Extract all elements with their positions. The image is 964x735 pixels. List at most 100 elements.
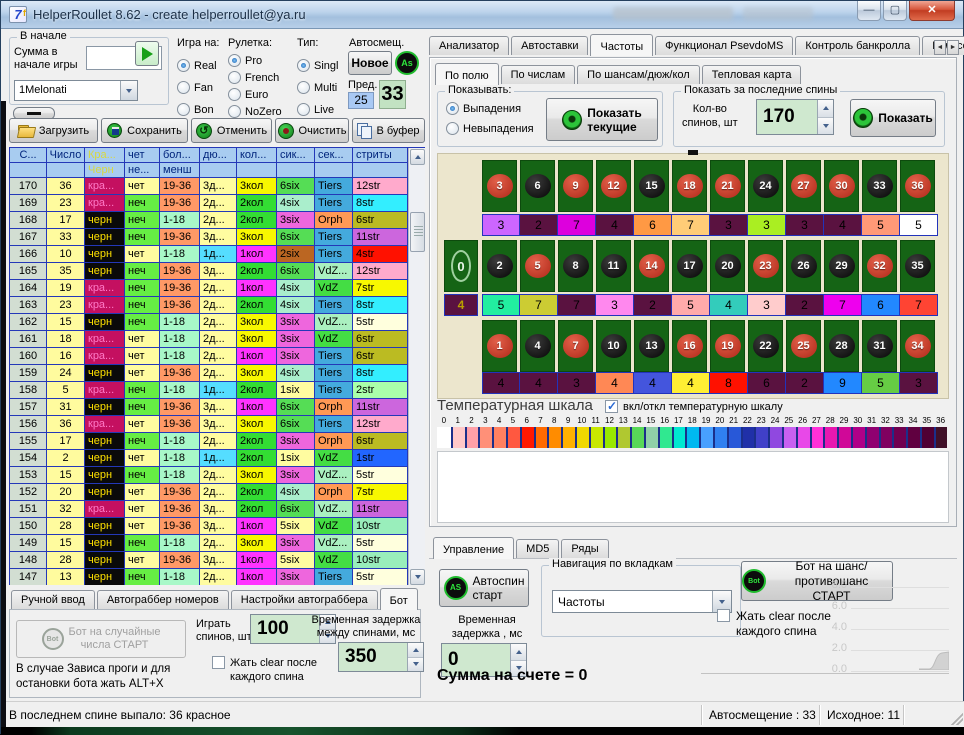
table-scrollbar[interactable] bbox=[408, 148, 425, 585]
table-row[interactable]: 16323кра...неч19-362д...2кол4sixTiers8st… bbox=[10, 297, 425, 314]
field-number-27[interactable]: 27 bbox=[786, 160, 821, 212]
field-number-23[interactable]: 23 bbox=[748, 240, 783, 292]
spin-down-icon[interactable] bbox=[818, 118, 833, 135]
tab-rows[interactable]: Ряды bbox=[561, 539, 608, 558]
radio-singl[interactable]: Singl bbox=[297, 59, 338, 72]
field-number-33[interactable]: 33 bbox=[862, 160, 897, 212]
table-row[interactable]: 1585кра...неч1-181д...2кол1sixTiers2str bbox=[10, 382, 425, 399]
field-number-11[interactable]: 11 bbox=[596, 240, 631, 292]
radio-live[interactable]: Live bbox=[297, 103, 338, 116]
table-row[interactable]: 1542чернчет1-181д...2кол1sixVdZ1str bbox=[10, 450, 425, 467]
field-number-6[interactable]: 6 bbox=[520, 160, 555, 212]
field-number-30[interactable]: 30 bbox=[824, 160, 859, 212]
field-number-1[interactable]: 1 bbox=[482, 320, 517, 372]
subtab-by-field[interactable]: По полю bbox=[435, 63, 499, 85]
table-row[interactable]: 14713черннеч1-182д...1кол3sixTiers5str bbox=[10, 569, 425, 585]
table-row[interactable]: 15220чернчет19-362д...2кол4sixOrph7str bbox=[10, 484, 425, 501]
table-row[interactable]: 14915черннеч1-182д...3кол3sixVdZ...5str bbox=[10, 535, 425, 552]
table-row[interactable]: 16733черннеч19-363д...3кол6sixTiers11str bbox=[10, 229, 425, 246]
table-row[interactable]: 15132кра...чет19-363д...2кол6sixVdZ...11… bbox=[10, 501, 425, 518]
field-number-36[interactable]: 36 bbox=[900, 160, 935, 212]
field-number-29[interactable]: 29 bbox=[824, 240, 859, 292]
field-number-13[interactable]: 13 bbox=[634, 320, 669, 372]
field-number-20[interactable]: 20 bbox=[710, 240, 745, 292]
table-row[interactable]: 14828чернчет19-363д...1кол5sixVdZ10str bbox=[10, 552, 425, 569]
field-number-31[interactable]: 31 bbox=[862, 320, 897, 372]
show-current-button[interactable]: Показатьтекущие bbox=[546, 98, 658, 141]
field-number-35[interactable]: 35 bbox=[900, 240, 935, 292]
table-row[interactable]: 15731черннеч19-363д...1кол6sixOrph11str bbox=[10, 399, 425, 416]
field-number-28[interactable]: 28 bbox=[824, 320, 859, 372]
tab-bot[interactable]: Бот bbox=[380, 588, 418, 610]
field-number-5[interactable]: 5 bbox=[520, 240, 555, 292]
radio-nozero[interactable]: NoZero bbox=[228, 105, 282, 118]
clear-button[interactable]: Очистить bbox=[275, 118, 349, 143]
radio-pro[interactable]: Pro bbox=[228, 54, 282, 67]
table-row[interactable]: 17036кра...чет19-363д...3кол6sixTiers12s… bbox=[10, 178, 425, 195]
field-number-25[interactable]: 25 bbox=[786, 320, 821, 372]
field-number-12[interactable]: 12 bbox=[596, 160, 631, 212]
last-spins-stepper[interactable]: 170 bbox=[756, 99, 834, 135]
table-row[interactable]: 15636кра...чет19-363д...3кол6sixTiers12s… bbox=[10, 416, 425, 433]
field-number-17[interactable]: 17 bbox=[672, 240, 707, 292]
preset-combobox[interactable]: 1Melonati bbox=[14, 80, 138, 101]
table-row[interactable]: 16535черннеч19-363д...2кол6sixVdZ...12st… bbox=[10, 263, 425, 280]
field-number-21[interactable]: 21 bbox=[710, 160, 745, 212]
tab-autobets[interactable]: Автоставки bbox=[511, 36, 588, 55]
radio-real[interactable]: Real bbox=[177, 59, 219, 72]
field-number-10[interactable]: 10 bbox=[596, 320, 631, 372]
undo-button[interactable]: ↺Отменить bbox=[191, 118, 272, 143]
spin-delay-stepper[interactable]: 350 bbox=[338, 642, 424, 672]
scroll-down-icon[interactable] bbox=[410, 569, 425, 585]
field-number-22[interactable]: 22 bbox=[748, 320, 783, 372]
field-number-15[interactable]: 15 bbox=[634, 160, 669, 212]
chevron-down-icon[interactable] bbox=[120, 81, 137, 100]
tab-md5[interactable]: MD5 bbox=[516, 539, 559, 558]
field-number-3[interactable]: 3 bbox=[482, 160, 517, 212]
table-row[interactable]: 16610чернчет1-181д...1кол2sixTiers4str bbox=[10, 246, 425, 263]
field-number-32[interactable]: 32 bbox=[862, 240, 897, 292]
play-button[interactable] bbox=[135, 41, 159, 66]
field-number-8[interactable]: 8 bbox=[558, 240, 593, 292]
close-button[interactable]: ✕ bbox=[909, 1, 955, 21]
tab-scroll-right-icon[interactable]: ► bbox=[947, 40, 959, 55]
autospin-start-button[interactable]: AS Автоспинстарт bbox=[439, 569, 529, 607]
minimize-button[interactable]: — bbox=[857, 1, 881, 21]
radio-french[interactable]: French bbox=[228, 71, 282, 84]
control-clear-checkbox[interactable]: Жать clear послекаждого спина bbox=[717, 609, 831, 639]
tab-control[interactable]: Управление bbox=[433, 537, 514, 559]
subtab-by-chances[interactable]: По шансам/дюж/кол bbox=[577, 65, 700, 84]
field-number-19[interactable]: 19 bbox=[710, 320, 745, 372]
spin-up-icon[interactable] bbox=[818, 100, 833, 118]
field-number-14[interactable]: 14 bbox=[634, 240, 669, 292]
radio-misses[interactable]: Невыпадения bbox=[446, 122, 534, 135]
field-number-24[interactable]: 24 bbox=[748, 160, 783, 212]
scroll-up-icon[interactable] bbox=[410, 149, 425, 165]
table-row[interactable]: 15924чернчет19-362д...3кол4sixTiers8str bbox=[10, 365, 425, 382]
maximize-button[interactable]: ▢ bbox=[883, 1, 907, 21]
temp-scale-checkbox[interactable] bbox=[605, 400, 618, 413]
table-row[interactable]: 16817черннеч1-182д...2кол3sixOrph6str bbox=[10, 212, 425, 229]
tab-bankroll[interactable]: Контроль банкролла bbox=[795, 36, 920, 55]
clear-after-spin-checkbox[interactable]: Жать clear послекаждого спина bbox=[212, 656, 317, 684]
tab-autograbber-settings[interactable]: Настройки автограббера bbox=[231, 590, 378, 609]
field-number-4[interactable]: 4 bbox=[520, 320, 555, 372]
radio-hits[interactable]: Выпадения bbox=[446, 102, 534, 115]
radio-euro[interactable]: Euro bbox=[228, 88, 282, 101]
show-button[interactable]: Показать bbox=[850, 99, 936, 137]
table-row[interactable]: 15315черннеч1-182д...3кол3sixVdZ...5str bbox=[10, 467, 425, 484]
subtab-heatmap[interactable]: Тепловая карта bbox=[702, 65, 802, 84]
tab-psevdoms[interactable]: Функционал PsevdoMS bbox=[655, 36, 793, 55]
radio-multi[interactable]: Multi bbox=[297, 81, 338, 94]
tab-analyzer[interactable]: Анализатор bbox=[429, 36, 509, 55]
field-number-18[interactable]: 18 bbox=[672, 160, 707, 212]
new-button[interactable]: Новое bbox=[348, 51, 392, 75]
field-number-16[interactable]: 16 bbox=[672, 320, 707, 372]
table-row[interactable]: 15028чернчет19-363д...1кол5sixVdZ10str bbox=[10, 518, 425, 535]
tab-scroll-left-icon[interactable]: ◄ bbox=[934, 40, 946, 55]
spin-down-icon[interactable] bbox=[408, 658, 423, 672]
spin-up-icon[interactable] bbox=[511, 644, 526, 661]
resize-grip[interactable] bbox=[951, 713, 963, 725]
radio-bon[interactable]: Bon bbox=[177, 103, 219, 116]
tab-frequencies[interactable]: Частоты bbox=[590, 34, 653, 56]
